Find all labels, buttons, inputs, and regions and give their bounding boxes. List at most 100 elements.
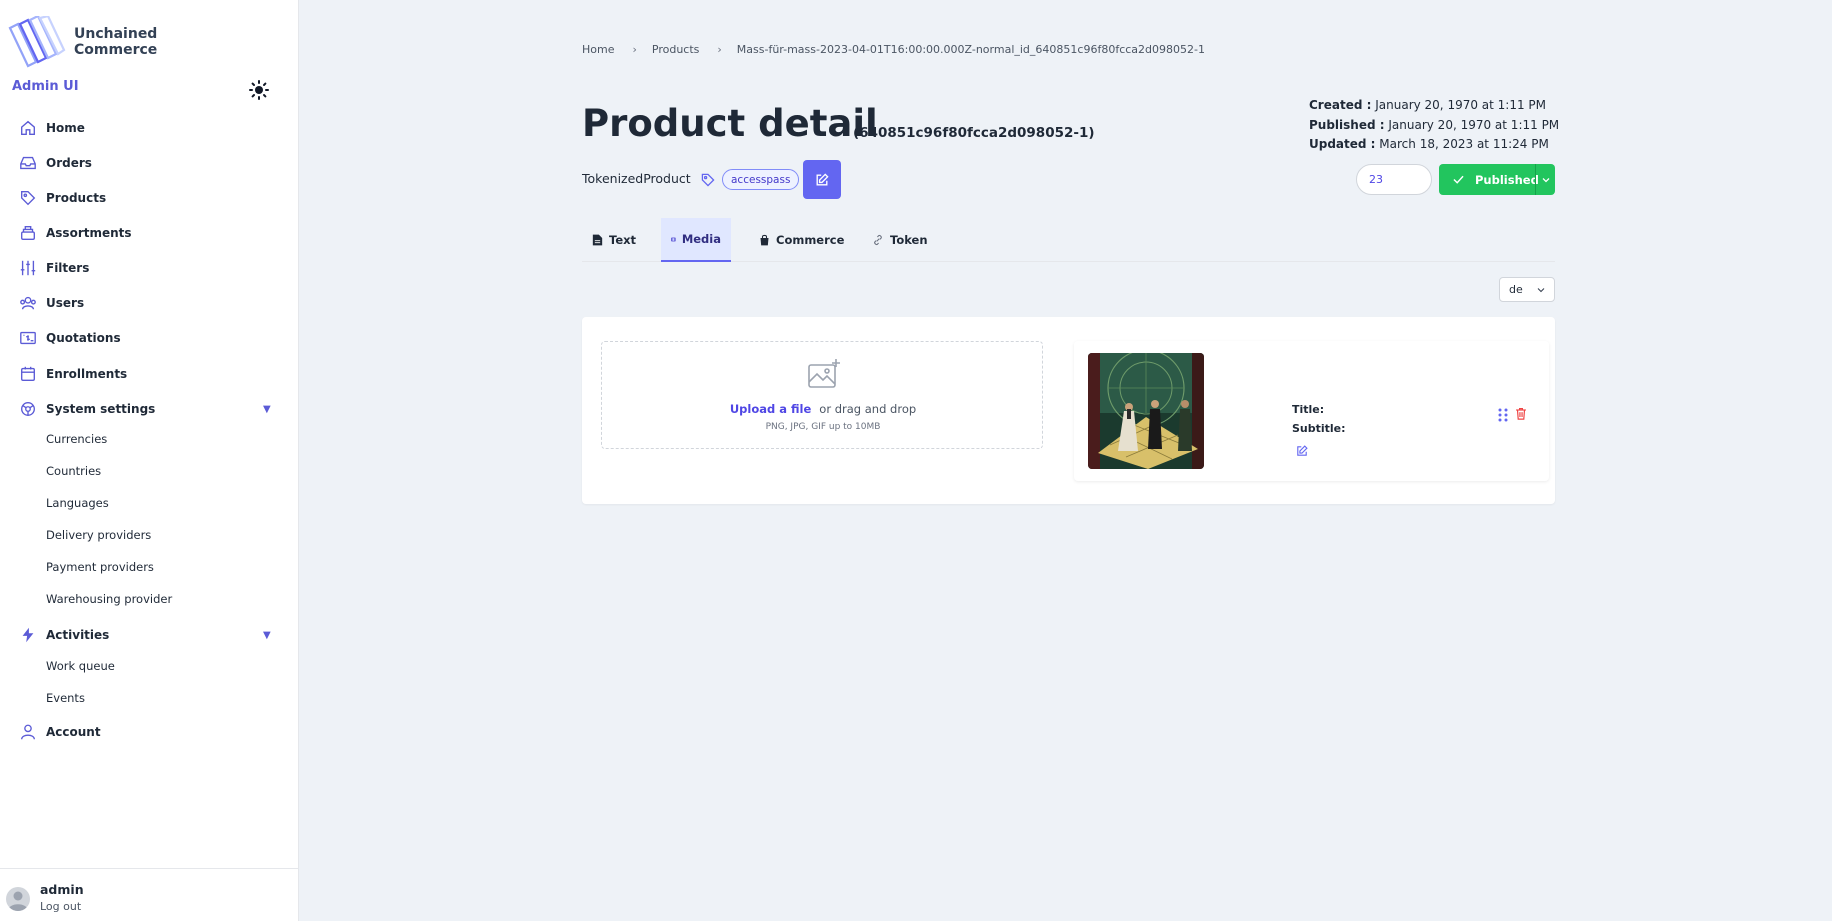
caret-down-icon: ▼ xyxy=(263,403,271,415)
updated-row: Updated : March 18, 2023 at 11:24 PM xyxy=(1309,135,1559,155)
sidebar-item-account[interactable]: Account xyxy=(0,717,299,747)
sun-icon xyxy=(249,80,269,100)
user-name: admin xyxy=(40,882,84,897)
publish-status-button[interactable]: Published xyxy=(1439,164,1555,195)
locale-select[interactable]: de xyxy=(1499,277,1555,302)
sidebar-item-activities[interactable]: Activities ▼ xyxy=(0,620,299,650)
sidebar-subitem-work-queue[interactable]: Work queue xyxy=(0,653,299,679)
chevron-right-icon: › xyxy=(632,43,637,56)
delete-media-button[interactable] xyxy=(1514,406,1528,425)
sidebar-item-label: Products xyxy=(46,191,107,205)
sidebar-subitem-delivery-providers[interactable]: Delivery providers xyxy=(0,522,299,548)
sidebar-subitem-label: Countries xyxy=(46,464,102,478)
sidebar-item-label: Account xyxy=(46,725,101,739)
edit-media-button[interactable] xyxy=(1295,443,1309,462)
link-icon xyxy=(874,234,882,246)
logout-link[interactable]: Log out xyxy=(40,900,81,913)
sidebar-item-filters[interactable]: Filters xyxy=(0,253,299,283)
calendar-icon xyxy=(18,364,38,384)
tab-label: Commerce xyxy=(776,233,845,247)
image-add-icon xyxy=(808,359,840,388)
media-item: Title: Subtitle: xyxy=(1074,341,1549,481)
pencil-square-icon xyxy=(816,172,829,185)
breadcrumb-home[interactable]: Home xyxy=(582,43,614,56)
users-icon xyxy=(18,293,38,313)
product-id: (640851c96f80fcca2d098052-1) xyxy=(853,125,1095,141)
stack-icon xyxy=(18,223,38,243)
bag-icon xyxy=(760,234,769,246)
product-meta: Created : January 20, 1970 at 1:11 PM Pu… xyxy=(1309,96,1559,155)
home-icon xyxy=(18,118,38,138)
sidebar-item-quotations[interactable]: Quotations xyxy=(0,323,299,353)
sidebar-subitem-events[interactable]: Events xyxy=(0,685,299,711)
user-placeholder-icon xyxy=(8,891,28,911)
sidebar-subitem-label: Languages xyxy=(46,496,109,510)
media-panel: Upload a file or drag and drop PNG, JPG, … xyxy=(582,317,1555,504)
sidebar-subitem-warehousing-provider[interactable]: Warehousing provider xyxy=(0,586,299,612)
status-dropdown-toggle[interactable] xyxy=(1535,164,1555,195)
sliders-icon xyxy=(18,258,38,278)
dots-grid-icon xyxy=(1498,408,1508,422)
pencil-square-icon xyxy=(1297,445,1308,456)
sidebar-item-label: Orders xyxy=(46,156,92,170)
tab-label: Media xyxy=(681,232,721,246)
sidebar-item-label: Filters xyxy=(46,261,90,275)
edit-tags-button[interactable] xyxy=(803,160,841,199)
sidebar-item-assortments[interactable]: Assortments xyxy=(0,218,299,248)
locale-selected-value: de xyxy=(1509,283,1523,296)
breadcrumb: Home › Products › Mass-für-mass-2023-04-… xyxy=(582,43,1205,56)
breadcrumb-current[interactable]: Mass-für-mass-2023-04-01T16:00:00.000Z-n… xyxy=(737,43,1205,56)
avatar[interactable] xyxy=(6,887,30,911)
tab-text[interactable]: Text xyxy=(582,218,646,262)
sidebar-item-label: Assortments xyxy=(46,226,132,240)
tab-token[interactable]: Token xyxy=(862,218,938,262)
media-thumbnail[interactable] xyxy=(1088,353,1204,469)
sidebar-item-label: Quotations xyxy=(46,331,121,345)
brand-logo[interactable]: Unchained Commerce xyxy=(6,16,157,68)
drag-drop-text: or drag and drop xyxy=(819,402,917,416)
tab-label: Text xyxy=(609,233,637,247)
created-row: Created : January 20, 1970 at 1:11 PM xyxy=(1309,96,1559,116)
bolt-icon xyxy=(18,625,38,645)
sidebar-item-enrollments[interactable]: Enrollments xyxy=(0,359,299,389)
sidebar-item-system-settings[interactable]: System settings ▼ xyxy=(0,394,299,424)
cog-icon xyxy=(18,399,38,419)
check-icon xyxy=(1453,175,1464,184)
sidebar-item-orders[interactable]: Orders xyxy=(0,148,299,178)
brand-name-line1: Unchained xyxy=(74,26,158,42)
chevron-down-icon xyxy=(1537,288,1545,293)
tag-badge: accesspass xyxy=(722,169,800,190)
sidebar-item-label: System settings xyxy=(46,402,156,416)
drag-handle-icon[interactable] xyxy=(1498,407,1508,426)
sidebar-item-home[interactable]: Home xyxy=(0,113,299,143)
upload-hint: PNG, JPG, GIF up to 10MB xyxy=(765,422,881,432)
brand-name: Unchained Commerce xyxy=(74,26,157,58)
sidebar-item-products[interactable]: Products xyxy=(0,183,299,213)
sidebar-subitem-currencies[interactable]: Currencies xyxy=(0,426,299,452)
product-type: TokenizedProduct xyxy=(582,171,691,186)
tab-commerce[interactable]: Commerce xyxy=(749,218,854,262)
published-label: Published : xyxy=(1309,117,1385,132)
admin-ui-label: Admin UI xyxy=(12,79,79,94)
upload-instructions: Upload a file or drag and drop xyxy=(602,402,1044,416)
tag-icon xyxy=(700,172,716,192)
brand-name-line2: Commerce xyxy=(74,42,158,58)
sidebar-subitem-countries[interactable]: Countries xyxy=(0,458,299,484)
chevron-right-icon: › xyxy=(717,43,722,56)
sidebar-item-label: Enrollments xyxy=(46,367,128,381)
sidebar-item-users[interactable]: Users xyxy=(0,288,299,318)
sidebar-subitem-languages[interactable]: Languages xyxy=(0,490,299,516)
sidebar-subitem-label: Work queue xyxy=(46,659,115,673)
user-icon xyxy=(18,722,38,742)
trash-icon xyxy=(1516,408,1526,420)
tab-media[interactable]: Media xyxy=(661,218,731,262)
sidebar-subitem-payment-providers[interactable]: Payment providers xyxy=(0,554,299,580)
theme-toggle-button[interactable] xyxy=(248,79,270,101)
sequence-input[interactable]: 23 xyxy=(1356,164,1432,195)
breadcrumb-products[interactable]: Products xyxy=(652,43,700,56)
published-row: Published : January 20, 1970 at 1:11 PM xyxy=(1309,116,1559,136)
upload-file-link[interactable]: Upload a file xyxy=(730,402,811,416)
sidebar-subitem-label: Payment providers xyxy=(46,560,154,574)
updated-label: Updated : xyxy=(1309,137,1376,151)
upload-dropzone[interactable]: Upload a file or drag and drop PNG, JPG, … xyxy=(601,341,1043,449)
